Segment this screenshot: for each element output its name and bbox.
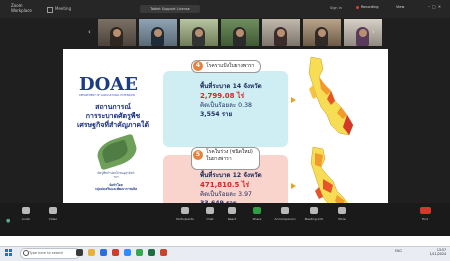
slide-footer-line: กลุ่มส่งเสริมและพัฒนาการผลิต: [94, 187, 138, 192]
clock-date: 1/11/2024: [429, 252, 446, 256]
recording-indicator[interactable]: Recording: [356, 5, 379, 9]
powerpoint-icon[interactable]: [160, 249, 167, 256]
participant-tile[interactable]: [303, 19, 341, 46]
title-bar: Zoom Workplace Meeting Tablet Support Li…: [0, 0, 450, 18]
leaf-caption-line: ฯลฯ: [113, 175, 119, 179]
end-label: End: [422, 217, 428, 221]
edge-icon[interactable]: [100, 249, 107, 256]
taskbar-clock[interactable]: 13:57 1/11/2024: [424, 248, 446, 256]
task-view-icon[interactable]: [76, 249, 83, 256]
app-logo-line2: Workplace: [11, 8, 32, 13]
zoom-window: Zoom Workplace Meeting Tablet Support Li…: [0, 0, 450, 236]
gallery-next-icon[interactable]: ›: [372, 28, 378, 36]
item1-area: 2,799.08 ไร่: [200, 92, 245, 100]
more-label: More: [338, 217, 346, 221]
info-icon: [310, 207, 318, 214]
video-button[interactable]: Video: [36, 207, 70, 221]
doae-logo-subtitle: DEPARTMENT OF AGRICULTURAL EXTENSION: [79, 94, 135, 97]
item1-provinces-text: พื้นที่ระบาด 14 จังหวัด: [200, 83, 262, 90]
audio-label: Audio: [21, 217, 31, 221]
camera-icon: [49, 207, 57, 214]
item1-households: 3,554 ราย: [200, 111, 233, 118]
chat-icon: [206, 207, 214, 214]
participants-label: Participants: [176, 217, 194, 221]
arrow-icon: [291, 183, 296, 189]
chrome-icon[interactable]: [136, 249, 143, 256]
slide-left-title-line: สถานการณ์: [95, 103, 131, 111]
end-call-icon: [419, 207, 431, 214]
slide-left-title: สถานการณ์ การระบาดศัตรูพืช เศรษฐกิจที่สำ…: [75, 103, 151, 130]
participant-tile[interactable]: [139, 19, 177, 46]
excel-icon[interactable]: [148, 249, 155, 256]
more-icon: [338, 207, 346, 214]
app-logo: Zoom Workplace: [11, 3, 32, 13]
disease-name-line: ในยางพารา: [206, 156, 232, 162]
participants-icon: [181, 207, 189, 214]
taskbar-search-input[interactable]: Type here to search: [20, 248, 80, 259]
participant-tile[interactable]: [262, 19, 300, 46]
doae-logo: DOAE: [79, 74, 138, 95]
system-tray[interactable]: ENG: [395, 249, 402, 253]
arrow-icon: [291, 97, 296, 103]
participant-tile[interactable]: [221, 19, 259, 46]
app-icon[interactable]: [112, 249, 119, 256]
item2-provinces-text: พื้นที่ระบาด 12 จังหวัด: [200, 172, 262, 179]
item-number-badge: 4: [193, 61, 203, 71]
item2-provinces: พื้นที่ระบาด 12 จังหวัด: [200, 172, 262, 180]
item2-area: 471,810.5 ไร่: [200, 181, 250, 189]
item1-provinces: พื้นที่ระบาด 14 จังหวัด: [200, 83, 262, 91]
end-button[interactable]: End: [408, 207, 442, 221]
slide-footer: จัดทำโดย กลุ่มส่งเสริมและพัฒนาการผลิต: [77, 183, 155, 191]
windows-start-icon[interactable]: [5, 249, 12, 256]
southern-thailand-map-1: [308, 56, 354, 136]
disease-tag-1: 4 โรคราแป้งใบยางพารา: [191, 60, 262, 73]
gallery-prev-icon[interactable]: ‹: [88, 28, 94, 36]
disease-tag-2: 5 โรคใบร่วง (ชนิดใหม่) ในยางพารา: [191, 147, 260, 170]
grid-icon[interactable]: [47, 7, 53, 13]
react-label: React: [227, 217, 237, 221]
react-icon: [228, 207, 236, 214]
meeting-label[interactable]: Meeting: [55, 6, 71, 11]
meeting-info-label: Meeting Info: [304, 217, 324, 221]
chat-label: Chat: [206, 217, 214, 221]
participant-tile[interactable]: [180, 19, 218, 46]
view-button[interactable]: View: [396, 5, 404, 9]
file-explorer-icon[interactable]: [88, 249, 95, 256]
video-label: Video: [48, 217, 58, 221]
window-controls[interactable]: –□✕: [428, 4, 443, 9]
item2-percent: คิดเป็นร้อยละ 3.97: [200, 191, 252, 198]
item1-percent: คิดเป็นร้อยละ 0.38: [200, 102, 252, 109]
leaf-caption: ศัตรูพืชลำปอยใบขนอุตุรดิตถ์ ฯลฯ: [77, 171, 155, 179]
share-screen-icon: [253, 207, 261, 214]
zoom-icon[interactable]: [124, 249, 131, 256]
disease-name-line: โรคใบร่วง (ชนิดใหม่): [206, 149, 253, 155]
more-button[interactable]: More: [325, 207, 359, 221]
camera-status-icon: ●: [6, 218, 11, 224]
search-icon: [23, 250, 29, 256]
item-number-badge: 5: [193, 150, 203, 160]
signin-button[interactable]: Sign in: [330, 6, 342, 10]
participant-tile[interactable]: [98, 19, 136, 46]
meeting-title: Tablet Support License: [140, 5, 200, 13]
slide-left-title-line: เศรษฐกิจที่สำคัญภาคใต้: [76, 121, 150, 129]
slide-left-title-line: การระบาดศัตรูพืช: [85, 112, 141, 120]
share-label: Share: [252, 217, 262, 221]
participant-gallery: [98, 19, 382, 47]
ai-companion-icon: [281, 207, 289, 214]
ai-companion-label: AI Companion: [274, 217, 296, 221]
microphone-icon: [22, 207, 30, 214]
disease-name: โรคราแป้งใบยางพารา: [206, 63, 255, 69]
